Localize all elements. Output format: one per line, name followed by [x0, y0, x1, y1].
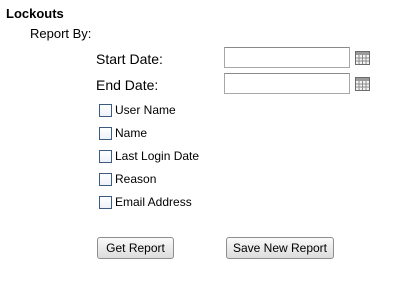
user-name-checkbox[interactable] [99, 103, 112, 117]
option-label: User Name [115, 103, 176, 117]
option-label: Reason [115, 172, 157, 186]
start-date-label: Start Date: [96, 51, 163, 67]
save-new-report-button[interactable]: Save New Report [226, 237, 334, 259]
last-login-date-checkbox[interactable] [99, 149, 112, 163]
calendar-icon[interactable] [355, 51, 370, 65]
name-checkbox[interactable] [99, 126, 112, 140]
option-label: Email Address [115, 195, 192, 209]
lockouts-report-panel: Lockouts Report By: Start Date: End Date… [0, 0, 409, 287]
option-email-address[interactable]: Email Address [99, 195, 192, 209]
option-label: Name [115, 126, 148, 140]
get-report-button[interactable]: Get Report [97, 237, 174, 259]
calendar-icon[interactable] [355, 77, 370, 91]
start-date-input[interactable] [224, 47, 350, 68]
section-title: Lockouts [6, 6, 64, 21]
reason-checkbox[interactable] [99, 172, 112, 186]
option-label: Last Login Date [115, 149, 200, 163]
email-address-checkbox[interactable] [99, 195, 112, 209]
option-name[interactable]: Name [99, 126, 147, 140]
option-last-login-date[interactable]: Last Login Date [99, 149, 199, 163]
option-user-name[interactable]: User Name [99, 103, 176, 117]
end-date-label: End Date: [96, 77, 159, 93]
end-date-input[interactable] [224, 73, 350, 94]
option-reason[interactable]: Reason [99, 172, 156, 186]
report-by-label: Report By: [30, 26, 92, 41]
